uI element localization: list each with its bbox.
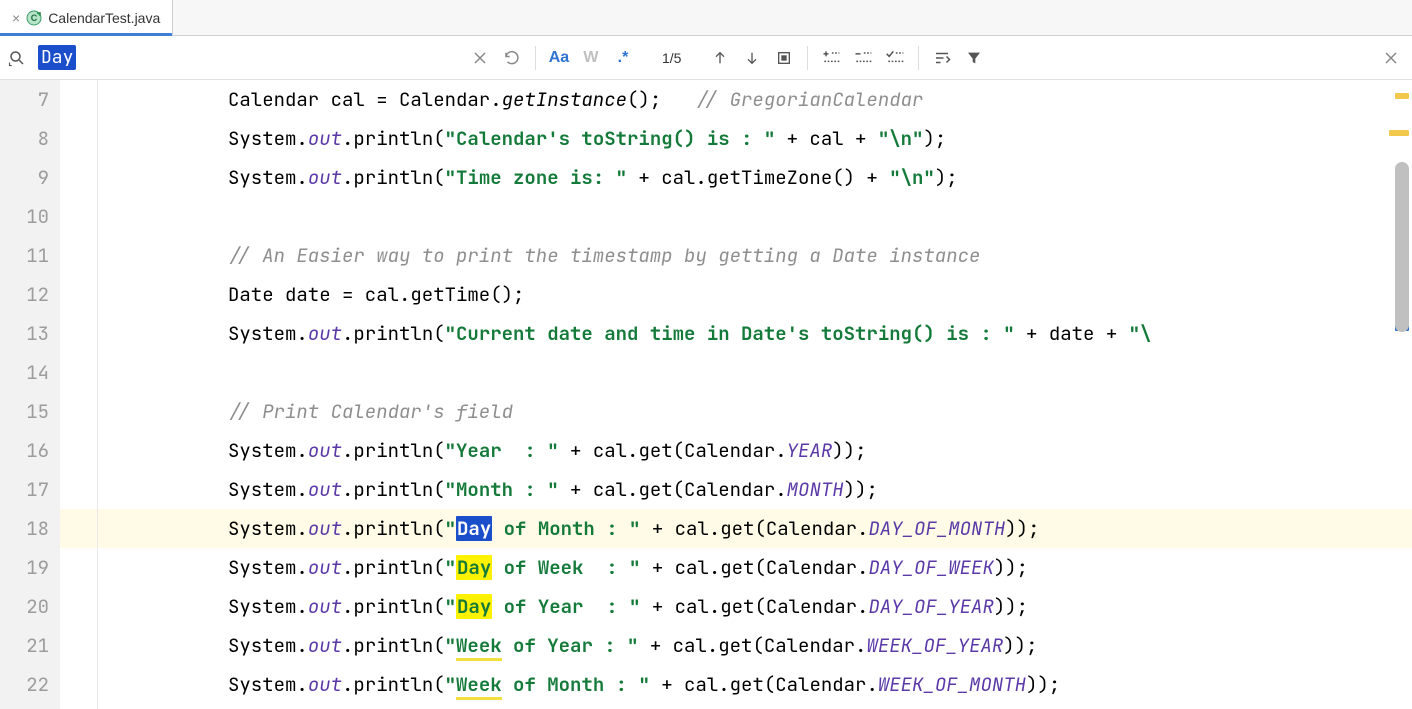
tab-calendartest[interactable]: × C CalendarTest.java [0, 0, 173, 35]
select-all-occurrences-button[interactable] [771, 45, 797, 71]
match-case-toggle[interactable]: Aa [546, 45, 572, 71]
java-class-icon: C [26, 10, 42, 26]
line-number[interactable]: 13 [0, 314, 49, 353]
gutter-strip-row [60, 392, 97, 431]
filter-icon[interactable] [961, 45, 987, 71]
gutter-strip-row [60, 665, 97, 704]
code-editor[interactable]: 78910111213141516171819202122 Calendar c… [0, 80, 1412, 709]
code-line[interactable]: Date date = cal.getTime(); [98, 275, 1412, 314]
line-number[interactable]: 12 [0, 275, 49, 314]
gutter-strip-row [60, 80, 97, 119]
gutter-strip-row [60, 197, 97, 236]
clear-search-button[interactable] [467, 45, 493, 71]
close-tab-icon[interactable]: × [12, 10, 20, 26]
code-line[interactable]: System.out.println("Current date and tim… [98, 314, 1412, 353]
search-query-text: Day [38, 45, 76, 70]
code-line[interactable]: System.out.println("Day of Week : " + ca… [98, 548, 1412, 587]
line-number[interactable]: 8 [0, 119, 49, 158]
code-line[interactable] [98, 353, 1412, 392]
whole-words-toggle[interactable]: W [578, 45, 604, 71]
line-number[interactable]: 14 [0, 353, 49, 392]
gutter-strip-row [60, 431, 97, 470]
code-line[interactable] [98, 197, 1412, 236]
gutter-strip-row [60, 509, 97, 548]
gutter-strip-row [60, 119, 97, 158]
line-number[interactable]: 16 [0, 431, 49, 470]
code-line[interactable]: System.out.println("Week of Month : " + … [98, 665, 1412, 704]
line-number[interactable]: 15 [0, 392, 49, 431]
separator [535, 46, 536, 70]
search-history-button[interactable] [499, 45, 525, 71]
line-number-gutter[interactable]: 78910111213141516171819202122 [0, 80, 60, 709]
ruler-mark[interactable] [1389, 130, 1409, 136]
gutter-strip-row [60, 275, 97, 314]
search-input[interactable]: Day [32, 43, 461, 73]
editor-tabs: × C CalendarTest.java [0, 0, 1412, 36]
regex-toggle[interactable]: .* [610, 45, 636, 71]
code-line[interactable]: System.out.println("Week of Year : " + c… [98, 626, 1412, 665]
gutter-strip-row [60, 587, 97, 626]
line-number[interactable]: 18 [0, 509, 49, 548]
code-line[interactable]: System.out.println("Month : " + cal.get(… [98, 470, 1412, 509]
find-bar: Day Aa W .* 1/5 [0, 36, 1412, 80]
line-number[interactable]: 7 [0, 80, 49, 119]
gutter-strip-row [60, 548, 97, 587]
separator [807, 46, 808, 70]
gutter-strip-row [60, 158, 97, 197]
add-selection-button[interactable] [818, 45, 844, 71]
editor-strip [60, 80, 98, 709]
code-line[interactable]: System.out.println("Year : " + cal.get(C… [98, 431, 1412, 470]
code-area[interactable]: Calendar cal = Calendar.getInstance(); /… [98, 80, 1412, 709]
line-number[interactable]: 10 [0, 197, 49, 236]
code-line[interactable]: Calendar cal = Calendar.getInstance(); /… [98, 80, 1412, 119]
line-number[interactable]: 9 [0, 158, 49, 197]
gutter-strip-row [60, 236, 97, 275]
gutter-strip-row [60, 314, 97, 353]
separator [918, 46, 919, 70]
search-icon[interactable] [8, 49, 26, 67]
line-number[interactable]: 17 [0, 470, 49, 509]
gutter-strip-row [60, 470, 97, 509]
code-line[interactable]: System.out.println("Day of Month : " + c… [98, 509, 1412, 548]
code-line[interactable]: System.out.println("Calendar's toString(… [98, 119, 1412, 158]
gutter-strip-row [60, 626, 97, 665]
code-line[interactable]: // An Easier way to print the timestamp … [98, 236, 1412, 275]
line-number[interactable]: 20 [0, 587, 49, 626]
ruler-mark[interactable] [1395, 93, 1409, 99]
code-line[interactable]: System.out.println("Day of Year : " + ca… [98, 587, 1412, 626]
code-line[interactable]: System.out.println("Time zone is: " + ca… [98, 158, 1412, 197]
toggle-filter-button[interactable] [929, 45, 955, 71]
overview-ruler[interactable] [1390, 80, 1412, 709]
scrollbar-thumb[interactable] [1395, 162, 1409, 332]
line-number[interactable]: 21 [0, 626, 49, 665]
close-findbar-button[interactable] [1378, 45, 1404, 71]
remove-selection-button[interactable] [850, 45, 876, 71]
next-match-button[interactable] [739, 45, 765, 71]
line-number[interactable]: 11 [0, 236, 49, 275]
prev-match-button[interactable] [707, 45, 733, 71]
match-count: 1/5 [642, 50, 701, 66]
gutter-strip-row [60, 353, 97, 392]
line-number[interactable]: 22 [0, 665, 49, 704]
svg-text:C: C [31, 13, 38, 23]
code-line[interactable]: // Print Calendar's field [98, 392, 1412, 431]
tab-filename: CalendarTest.java [48, 10, 160, 26]
line-number[interactable]: 19 [0, 548, 49, 587]
select-all-button[interactable] [882, 45, 908, 71]
